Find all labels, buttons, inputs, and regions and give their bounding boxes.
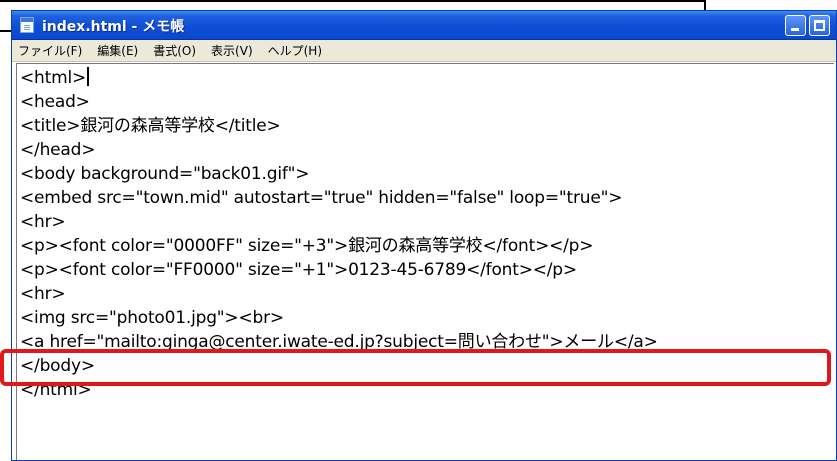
code-line[interactable]: <hr>: [20, 282, 658, 306]
code-line[interactable]: <p><font color="0000FF" size="+3">銀河の森高等…: [20, 234, 658, 258]
red-highlight-box: [0, 349, 831, 386]
frame-line-top: [0, 0, 706, 2]
code-line[interactable]: <hr>: [20, 210, 658, 234]
notepad-icon[interactable]: [20, 17, 34, 33]
notepad-window: index.html - メモ帳 ファイル(F) 編集(E) 書式(O) 表示(…: [11, 10, 837, 461]
code-line[interactable]: <title>銀河の森高等学校</title>: [20, 114, 658, 138]
menu-bar: ファイル(F) 編集(E) 書式(O) 表示(V) ヘルプ(H): [12, 40, 836, 62]
code-line[interactable]: <head>: [20, 90, 658, 114]
title-bar[interactable]: index.html - メモ帳: [12, 11, 836, 40]
text-editor[interactable]: <html> <head> <title>銀河の森高等学校</title> </…: [16, 63, 834, 460]
text-caret: [87, 67, 90, 86]
menu-edit[interactable]: 編集(E): [97, 42, 138, 59]
code-line-text: <html>: [20, 68, 87, 88]
code-line[interactable]: <p><font color="FF0000" size="+1">0123-4…: [20, 258, 658, 282]
code-line[interactable]: <html>: [20, 66, 658, 90]
maximize-button[interactable]: [809, 15, 830, 36]
minimize-button[interactable]: [785, 15, 806, 36]
code-line[interactable]: </head>: [20, 138, 658, 162]
menu-file[interactable]: ファイル(F): [18, 42, 82, 59]
code-line[interactable]: <embed src="town.mid" autostart="true" h…: [20, 186, 658, 210]
menu-view[interactable]: 表示(V): [211, 42, 253, 59]
menu-help[interactable]: ヘルプ(H): [268, 42, 322, 59]
code-line[interactable]: <body background="back01.gif">: [20, 162, 658, 186]
menu-format[interactable]: 書式(O): [153, 42, 196, 59]
code-line[interactable]: <img src="photo01.jpg"><br>: [20, 306, 658, 330]
window-title: index.html - メモ帳: [42, 19, 185, 35]
